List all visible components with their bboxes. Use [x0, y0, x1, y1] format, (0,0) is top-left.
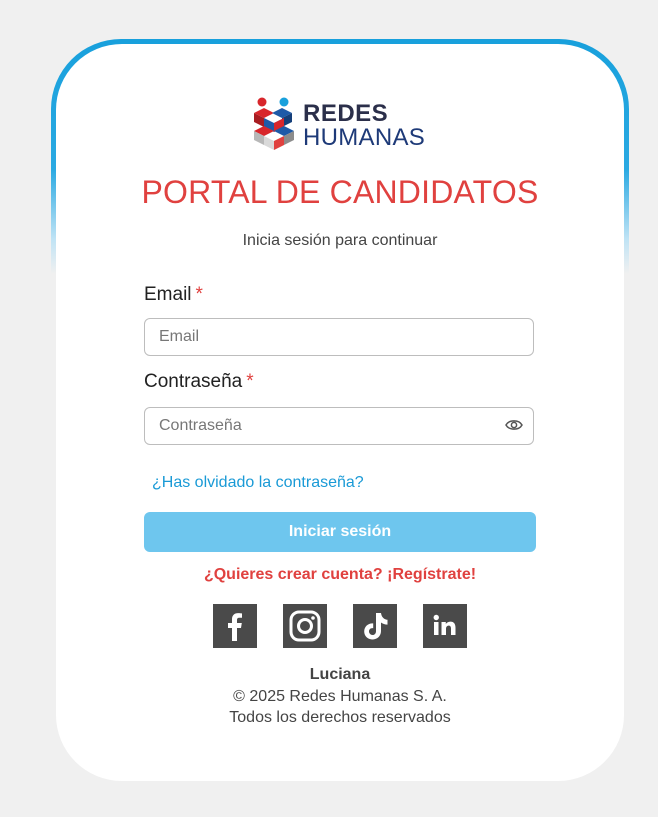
tiktok-icon	[364, 613, 388, 640]
instagram-icon	[289, 610, 321, 642]
page-title: PORTAL DE CANDIDATOS	[141, 174, 539, 210]
facebook-link[interactable]	[213, 604, 257, 648]
page-subtitle: Inicia sesión para continuar	[242, 232, 438, 249]
footer-copyright: © 2025 Redes Humanas S. A.	[233, 688, 447, 705]
footer-rights: Todos los derechos reservados	[229, 709, 451, 726]
brand-line1: REDES	[303, 100, 389, 127]
footer-name: Luciana	[309, 666, 371, 683]
email-label-text: Email	[144, 284, 192, 305]
login-button[interactable]: Iniciar sesión	[144, 512, 536, 552]
facebook-icon	[228, 613, 242, 641]
brand-line2: HUMANAS	[303, 124, 426, 151]
required-marker: *	[195, 284, 203, 305]
required-marker: *	[246, 371, 254, 392]
tiktok-link[interactable]	[353, 604, 397, 648]
eye-icon[interactable]	[505, 418, 523, 432]
password-label: Contraseña *	[144, 371, 254, 393]
forgot-password-link[interactable]: ¿Has olvidado la contraseña?	[152, 474, 364, 492]
password-label-text: Contraseña	[144, 371, 243, 392]
brand-wordmark: REDES HUMANAS	[303, 102, 425, 150]
instagram-link[interactable]	[283, 604, 327, 648]
linkedin-icon	[433, 614, 456, 635]
email-label: Email *	[144, 284, 203, 306]
password-input[interactable]	[144, 407, 534, 445]
register-link[interactable]: ¿Quieres crear cuenta? ¡Regístrate!	[0, 566, 658, 584]
linkedin-link[interactable]	[423, 604, 467, 648]
email-input[interactable]	[144, 318, 534, 356]
